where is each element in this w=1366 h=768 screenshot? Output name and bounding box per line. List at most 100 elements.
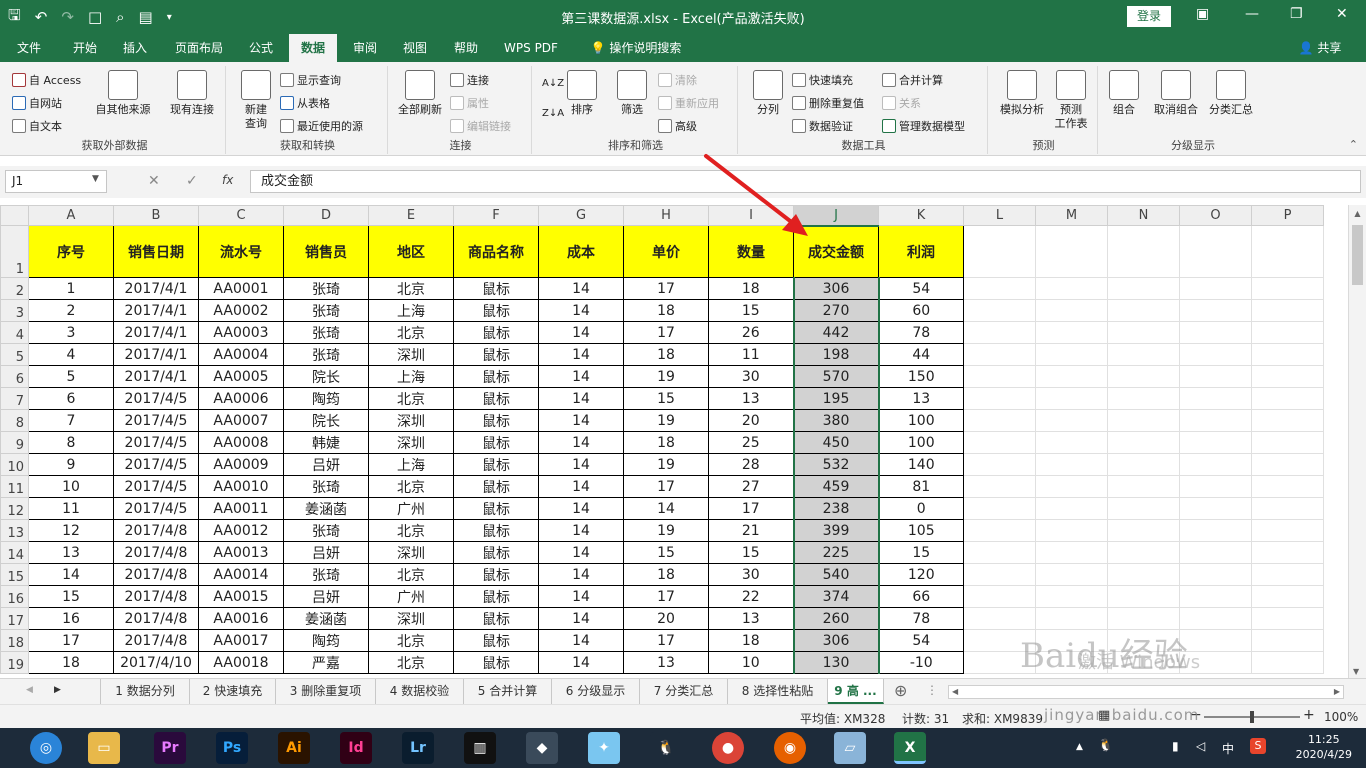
data-cell[interactable]: 66 [878,585,964,608]
data-cell[interactable]: 570 [792,365,880,388]
data-cell[interactable]: 140 [878,453,964,476]
data-cell[interactable]: 14 [623,497,709,520]
data-cell[interactable]: 442 [792,321,880,344]
data-cell[interactable]: 6 [28,387,114,410]
data-cell[interactable]: 鼠标 [453,607,539,630]
empty-cell[interactable] [1179,321,1252,344]
sheet-tab[interactable]: 4 数据校验 [376,679,464,704]
empty-cell[interactable] [1107,409,1180,432]
empty-cell[interactable] [1251,607,1324,630]
data-cell[interactable]: 吕妍 [283,453,369,476]
data-cell[interactable]: 15 [708,299,794,322]
data-cell[interactable]: 450 [792,431,880,454]
connections-button[interactable]: 连接 [450,72,489,88]
empty-cell[interactable] [1035,299,1108,322]
data-cell[interactable]: 16 [28,607,114,630]
tray-volume-icon[interactable]: ◁ [1196,739,1205,753]
data-cell[interactable]: 150 [878,365,964,388]
header-cell[interactable]: 成交金额 [793,224,879,278]
empty-cell[interactable] [1251,651,1324,674]
data-cell[interactable]: 2017/4/1 [113,365,199,388]
data-cell[interactable]: AA0003 [198,321,284,344]
empty-cell[interactable] [963,299,1036,322]
data-cell[interactable]: 54 [878,629,964,652]
column-header[interactable]: A [28,205,114,226]
empty-cell[interactable] [963,409,1036,432]
sort-button[interactable]: 排序 [564,70,600,117]
data-cell[interactable]: 深圳 [368,431,454,454]
sheet-tab[interactable]: 8 选择性粘贴 [728,679,828,704]
data-cell[interactable]: 19 [623,519,709,542]
data-cell[interactable]: 北京 [368,475,454,498]
empty-cell[interactable] [1251,563,1324,586]
data-cell[interactable]: 15 [28,585,114,608]
prev-sheet-icon[interactable]: ◀ [26,685,33,695]
data-cell[interactable]: 深圳 [368,541,454,564]
data-cell[interactable]: 2017/4/5 [113,453,199,476]
data-cell[interactable]: 17 [623,585,709,608]
data-cell[interactable]: 0 [878,497,964,520]
data-cell[interactable]: 10 [708,651,794,674]
empty-cell[interactable] [963,497,1036,520]
browser-360-icon[interactable]: ◎ [30,732,62,764]
print-preview-icon[interactable]: ⌕ [116,8,124,26]
data-cell[interactable]: 姜涵菡 [283,497,369,520]
row-header[interactable]: 8 [0,409,29,432]
data-cell[interactable]: 25 [708,431,794,454]
show-queries-button[interactable]: 显示查询 [280,72,341,88]
app-icon[interactable]: ◆ [526,732,558,764]
data-cell[interactable]: 225 [792,541,880,564]
row-header[interactable]: 14 [0,541,29,564]
data-cell[interactable]: 18 [623,431,709,454]
row-header[interactable]: 15 [0,563,29,586]
chrome-icon[interactable]: ● [712,732,744,764]
data-cell[interactable]: 17 [623,321,709,344]
indesign-icon[interactable]: Id [340,732,372,764]
empty-cell[interactable] [1035,497,1108,520]
column-header[interactable]: I [708,205,794,226]
horizontal-scrollbar[interactable]: ◀ ▶ [948,685,1344,699]
empty-cell[interactable] [1107,431,1180,454]
redo-icon[interactable]: ↷ [61,8,74,26]
data-cell[interactable]: 4 [28,343,114,366]
data-cell[interactable]: AA0004 [198,343,284,366]
data-cell[interactable]: 鼠标 [453,541,539,564]
data-cell[interactable]: 130 [792,651,880,674]
empty-cell[interactable] [963,651,1036,674]
data-cell[interactable]: 21 [708,519,794,542]
data-cell[interactable]: 14 [538,651,624,674]
notes-icon[interactable]: ▱ [834,732,866,764]
row-header[interactable]: 2 [0,277,29,300]
recent-sources-button[interactable]: 最近使用的源 [280,118,363,134]
empty-cell[interactable] [1179,497,1252,520]
data-cell[interactable]: 13 [878,387,964,410]
row-header[interactable]: 18 [0,629,29,652]
data-cell[interactable]: 14 [538,343,624,366]
empty-cell[interactable] [1179,409,1252,432]
forecast-sheet-button[interactable]: 预测 工作表 [1050,70,1092,131]
empty-cell[interactable] [1107,321,1180,344]
data-cell[interactable]: 北京 [368,277,454,300]
data-cell[interactable]: 14 [538,277,624,300]
enter-icon[interactable]: ✓ [186,173,198,189]
insert-function-icon[interactable]: fx [222,173,233,187]
empty-cell[interactable] [1107,585,1180,608]
data-cell[interactable]: 459 [792,475,880,498]
empty-cell[interactable] [1107,541,1180,564]
data-cell[interactable]: 院长 [283,409,369,432]
close-icon[interactable]: ✕ [1336,6,1348,22]
row-header[interactable]: 9 [0,431,29,454]
manage-data-model-button[interactable]: 管理数据模型 [882,118,965,134]
tab-data[interactable]: 数据 [289,34,337,62]
data-cell[interactable]: 17 [623,277,709,300]
row-header[interactable]: 17 [0,607,29,630]
illustrator-icon[interactable]: Ai [278,732,310,764]
data-cell[interactable]: 14 [538,409,624,432]
data-cell[interactable]: 195 [792,387,880,410]
data-cell[interactable]: 2017/4/1 [113,299,199,322]
column-header[interactable]: O [1179,205,1252,226]
advanced-button[interactable]: 高级 [658,118,697,134]
data-cell[interactable]: 198 [792,343,880,366]
data-cell[interactable]: 鼠标 [453,409,539,432]
empty-cell[interactable] [1035,585,1108,608]
